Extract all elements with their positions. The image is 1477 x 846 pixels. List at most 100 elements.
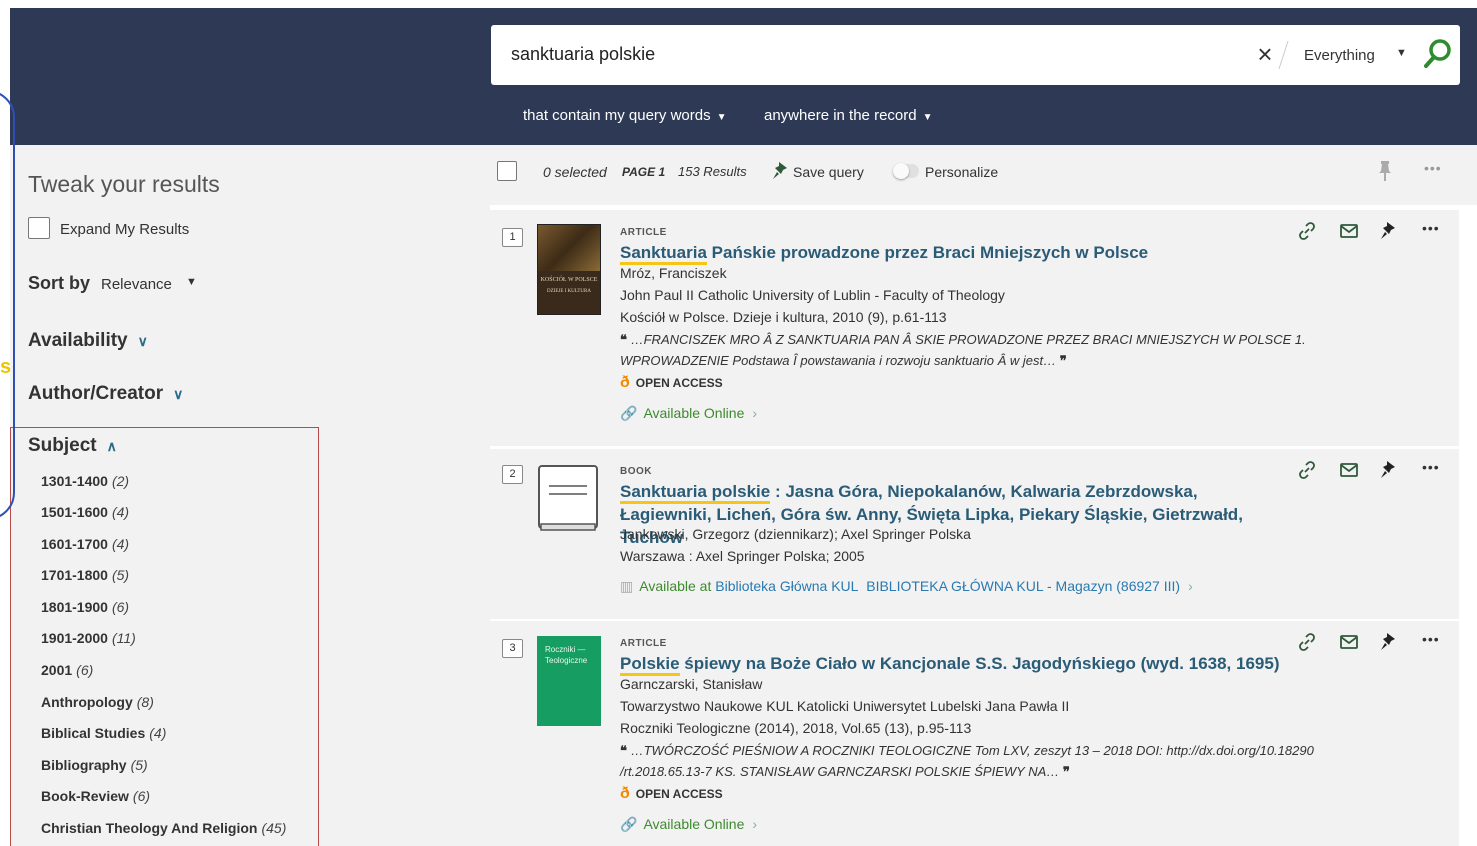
availability-link[interactable]: ▥ Available at Biblioteka Główna KUL BIBL… [620,578,1193,595]
clear-icon[interactable]: × [1253,39,1277,69]
result-publisher: John Paul II Catholic University of Lubl… [620,287,1005,303]
save-query-button[interactable]: Save query [773,162,864,180]
caret-down-icon[interactable]: ▼ [1396,47,1407,59]
subject-item[interactable]: Book-Review (6) [41,788,150,804]
subject-item[interactable]: Christian Theology And Religion (45) [41,820,286,836]
email-icon[interactable] [1340,635,1358,654]
subject-label: Book-Review [41,788,129,804]
subject-label: 1301-1400 [41,473,108,489]
subject-count: (11) [111,630,136,646]
chevron-up-icon: ∧ [106,438,117,454]
open-access-label: OPEN ACCESS [635,376,723,390]
result-number[interactable]: 2 [502,465,523,484]
facets-sidebar: Tweak your results Expand My Results Sor… [10,145,490,846]
search-header: sanktuaria polskie × Everything ▼ that c… [10,8,1477,145]
result-snippet: ❝ …FRANCISZEK MRO Â Z SANKTUARIA PAN Â S… [620,329,1340,371]
link-icon[interactable] [1298,461,1316,484]
subject-count: (5) [111,567,130,583]
caret-down-icon: ▼ [922,112,933,123]
facet-subject[interactable]: Subject ∧ [28,435,117,457]
result-type: ARTICLE [620,638,667,649]
result-thumbnail[interactable]: KOŚCIÓŁ W POLSCE DZIEJE I KULTURA [537,224,601,315]
subject-item[interactable]: Anthropology (8) [41,694,154,710]
subject-count: (4) [111,504,130,520]
primo-search-page: sanktuaria polskie × Everything ▼ that c… [0,0,1477,846]
result-item[interactable]: 1 KOŚCIÓŁ W POLSCE DZIEJE I KULTURA ARTI… [490,210,1459,446]
result-type: BOOK [620,466,652,477]
more-icon[interactable]: ••• [1422,459,1440,475]
subject-count: (6) [132,788,151,804]
result-item[interactable]: 2 BOOK Sanktuaria polskie : Jasna Góra, … [490,449,1459,619]
search-icon[interactable] [1423,37,1453,71]
quote-close-icon: ❞ [1059,764,1070,779]
subject-item[interactable]: 1701-1800 (5) [41,567,129,583]
availability-link[interactable]: 🔗 Available Online › [620,405,757,422]
query-field-dropdown[interactable]: anywhere in the record ▼ [764,107,933,124]
pin-icon[interactable] [1381,461,1397,484]
email-icon[interactable] [1340,224,1358,243]
subject-item[interactable]: Bibliography (5) [41,757,148,773]
expand-results-checkbox[interactable] [28,217,50,239]
title-text: Pańskie prowadzone przez Braci Mniejszyc… [706,243,1149,262]
result-snippet: ❝ …TWÓRCZOŚĆ PIEŚNIOW A ROCZNIKI TEOLOGI… [620,740,1340,782]
result-title[interactable]: Polskie śpiewy na Boże Ciało w Kancjonal… [620,652,1300,676]
library-icon: ▥ [620,578,634,594]
expand-results-label[interactable]: Expand My Results [60,221,189,238]
book-icon[interactable] [537,464,599,534]
sort-select[interactable]: Relevance [101,276,172,293]
result-author: Jankowski, Grzegorz (dziennikarz); Axel … [620,526,971,542]
result-source: Roczniki Teologiczne (2014), 2018, Vol.6… [620,720,972,736]
facet-label: Availability [28,330,128,351]
subject-item[interactable]: 1501-1600 (4) [41,504,129,520]
more-icon[interactable]: ••• [1424,160,1442,176]
facet-availability[interactable]: Availability ∨ [28,330,148,352]
subject-item[interactable]: 1801-1900 (6) [41,599,129,615]
availability-prefix: Available at [639,578,712,594]
pin-icon[interactable] [1381,633,1397,656]
open-access-icon: ð [620,374,630,391]
more-icon[interactable]: ••• [1422,220,1440,236]
caret-down-icon[interactable]: ▼ [186,276,197,288]
title-highlight: Polskie [620,654,680,676]
subject-item[interactable]: 2001 (6) [41,662,93,678]
subject-item[interactable]: 1601-1700 (4) [41,536,129,552]
chevron-right-icon: › [1188,578,1193,594]
result-number[interactable]: 1 [502,228,523,247]
select-all-checkbox[interactable] [497,161,517,181]
subject-label: Christian Theology And Religion [41,820,258,836]
quote-close-icon: ❞ [1056,353,1067,368]
subject-label: 1901-2000 [41,630,108,646]
personalize-label[interactable]: Personalize [925,164,998,180]
scope-select[interactable]: Everything [1304,47,1375,64]
link-icon[interactable] [1298,222,1316,245]
availability-link[interactable]: 🔗 Available Online › [620,816,757,833]
result-actions: ••• [1298,459,1448,484]
result-title[interactable]: Sanktuaria Pańskie prowadzone przez Brac… [620,241,1300,265]
pin-icon[interactable] [1381,222,1397,245]
result-number[interactable]: 3 [502,639,523,658]
pin-icon[interactable] [1377,161,1393,181]
availability-label: Available Online [643,816,745,832]
search-bar: sanktuaria polskie × Everything ▼ [491,25,1460,85]
query-match-dropdown[interactable]: that contain my query words ▼ [523,107,727,124]
result-thumbnail[interactable]: Roczniki — Teologiczne [537,636,601,726]
search-divider [1278,41,1289,69]
facet-author-creator[interactable]: Author/Creator ∨ [28,383,183,405]
more-icon[interactable]: ••• [1422,631,1440,647]
subject-item[interactable]: 1301-1400 (2) [41,473,129,489]
snippet-text: …FRANCISZEK MRO Â Z SANKTUARIA PAN Â SKI… [620,332,1306,368]
chevron-right-icon: › [752,816,758,832]
subject-item[interactable]: 1901-2000 (11) [41,630,136,646]
thumb-subtitle: DZIEJE I KULTURA [547,289,591,294]
subject-item[interactable]: Biblical Studies (4) [41,725,166,741]
search-input[interactable]: sanktuaria polskie [511,44,655,65]
chevron-right-icon: › [752,405,758,421]
personalize-toggle[interactable] [893,163,919,179]
link-icon[interactable] [1298,633,1316,656]
availability-location: BIBLIOTEKA GŁÓWNA KUL - Magazyn (86927 I… [866,578,1181,594]
result-item[interactable]: 3 Roczniki — Teologiczne ARTICLE Polskie… [490,621,1459,846]
subject-label: 1601-1700 [41,536,108,552]
email-icon[interactable] [1340,463,1358,482]
snippet-text: …TWÓRCZOŚĆ PIEŚNIOW A ROCZNIKI TEOLOGICZ… [620,743,1314,779]
sort-label: Sort by [28,273,91,293]
